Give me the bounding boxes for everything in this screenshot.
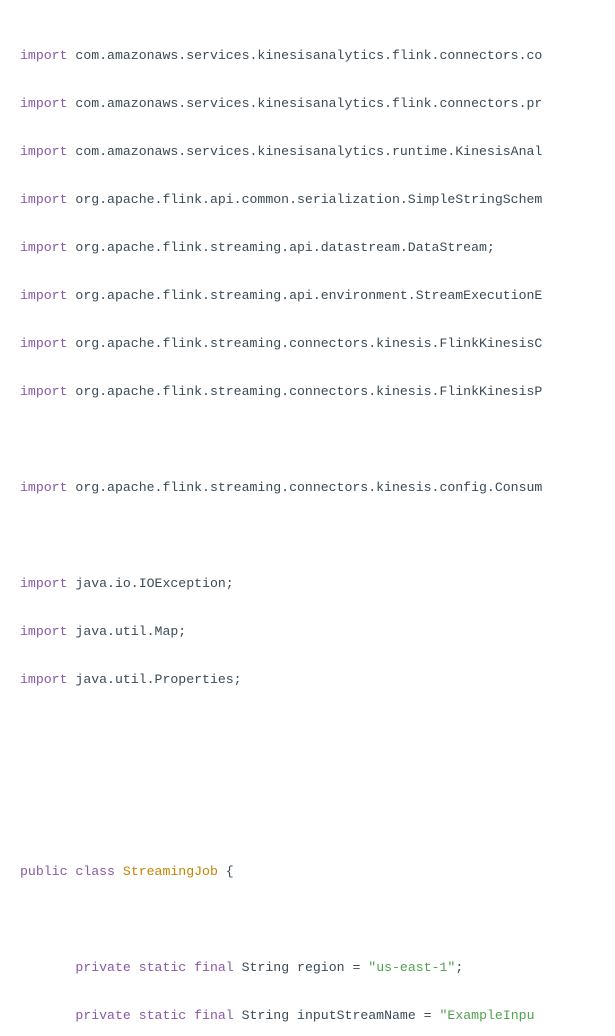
import-path: com.amazonaws.services.kinesisanalytics.… — [75, 96, 542, 111]
keyword-class: class — [75, 864, 115, 879]
equals: = — [416, 1008, 440, 1023]
import-path: org.apache.flink.streaming.api.environme… — [75, 288, 542, 303]
class-declaration: public class StreamingJob { — [20, 860, 615, 884]
import-path: java.io.IOException; — [75, 576, 233, 591]
keyword-import: import — [20, 384, 67, 399]
field-name: region — [297, 960, 344, 975]
import-line: import com.amazonaws.services.kinesisana… — [20, 140, 615, 164]
blank-line — [20, 908, 615, 932]
equals: = — [345, 960, 369, 975]
keyword-import: import — [20, 672, 67, 687]
keyword-import: import — [20, 240, 67, 255]
field-type: String — [242, 960, 289, 975]
blank-line — [20, 764, 615, 788]
import-path: java.util.Map; — [75, 624, 186, 639]
import-line: import org.apache.flink.api.common.seria… — [20, 188, 615, 212]
keyword-static: static — [139, 960, 186, 975]
import-line: import com.amazonaws.services.kinesisana… — [20, 44, 615, 68]
keyword-import: import — [20, 480, 67, 495]
import-path: org.apache.flink.streaming.api.datastrea… — [75, 240, 494, 255]
brace-open: { — [218, 864, 234, 879]
blank-line — [20, 428, 615, 452]
code-block: import com.amazonaws.services.kinesisana… — [0, 0, 615, 1036]
keyword-static: static — [139, 1008, 186, 1023]
import-path: org.apache.flink.streaming.connectors.ki… — [75, 480, 542, 495]
import-line: import org.apache.flink.streaming.api.en… — [20, 284, 615, 308]
import-path: org.apache.flink.api.common.serializatio… — [75, 192, 542, 207]
import-line: import org.apache.flink.streaming.connec… — [20, 476, 615, 500]
keyword-public: public — [20, 864, 67, 879]
keyword-import: import — [20, 96, 67, 111]
import-line: import com.amazonaws.services.kinesisana… — [20, 92, 615, 116]
keyword-import: import — [20, 576, 67, 591]
string-literal: "ExampleInpu — [440, 1008, 535, 1023]
keyword-final: final — [194, 960, 234, 975]
import-line: import org.apache.flink.streaming.api.da… — [20, 236, 615, 260]
keyword-import: import — [20, 624, 67, 639]
import-path: com.amazonaws.services.kinesisanalytics.… — [75, 48, 542, 63]
blank-line — [20, 524, 615, 548]
import-path: org.apache.flink.streaming.connectors.ki… — [75, 384, 542, 399]
keyword-import: import — [20, 288, 67, 303]
import-path: java.util.Properties; — [75, 672, 241, 687]
blank-line — [20, 812, 615, 836]
field-declaration: private static final String region = "us… — [20, 956, 615, 980]
keyword-private: private — [75, 1008, 130, 1023]
keyword-import: import — [20, 336, 67, 351]
keyword-import: import — [20, 144, 67, 159]
class-name: StreamingJob — [123, 864, 218, 879]
field-declaration: private static final String inputStreamN… — [20, 1004, 615, 1028]
import-line: import java.io.IOException; — [20, 572, 615, 596]
keyword-final: final — [194, 1008, 234, 1023]
import-line: import java.util.Properties; — [20, 668, 615, 692]
import-line: import org.apache.flink.streaming.connec… — [20, 380, 615, 404]
field-name: inputStreamName — [297, 1008, 416, 1023]
import-path: com.amazonaws.services.kinesisanalytics.… — [75, 144, 542, 159]
import-line: import java.util.Map; — [20, 620, 615, 644]
import-path: org.apache.flink.streaming.connectors.ki… — [75, 336, 542, 351]
keyword-private: private — [75, 960, 130, 975]
keyword-import: import — [20, 192, 67, 207]
import-line: import org.apache.flink.streaming.connec… — [20, 332, 615, 356]
keyword-import: import — [20, 48, 67, 63]
string-literal: "us-east-1" — [368, 960, 455, 975]
field-type: String — [242, 1008, 289, 1023]
semicolon: ; — [455, 960, 463, 975]
blank-line — [20, 716, 615, 740]
